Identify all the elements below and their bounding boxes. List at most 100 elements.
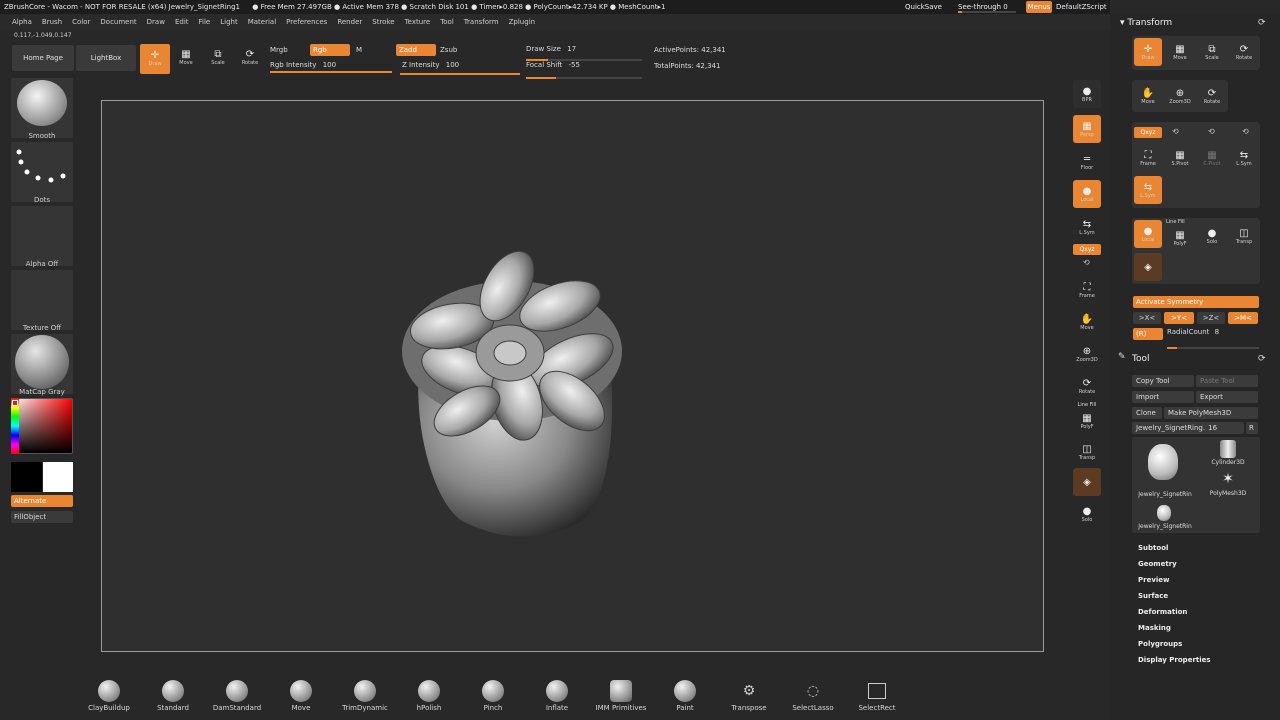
material-selector[interactable]: MatCap Gray	[11, 334, 73, 396]
ghost-button[interactable]: ◈	[1073, 468, 1101, 496]
brush-paint[interactable]: Paint	[657, 680, 713, 716]
menu-light[interactable]: Light	[215, 14, 242, 30]
menu-draw[interactable]: Draw	[142, 14, 170, 30]
color-marker[interactable]	[12, 400, 18, 406]
brush-selectrect[interactable]: SelectRect	[849, 680, 905, 716]
rotate-view-button[interactable]: ⟳ Rotate	[1073, 372, 1101, 400]
radial-r-button[interactable]: (R)	[1133, 328, 1163, 340]
t-draw-button[interactable]: ✛ Draw	[1134, 38, 1162, 66]
t-ghost-button[interactable]: ◈	[1134, 253, 1162, 281]
menu-texture[interactable]: Texture	[400, 14, 436, 30]
menu-document[interactable]: Document	[95, 14, 141, 30]
rgb-intensity-slider[interactable]: Rgb Intensity 100	[270, 61, 336, 69]
brush-damstandard[interactable]: DamStandard	[209, 680, 265, 716]
import-button[interactable]: Import	[1132, 391, 1194, 403]
t-lsym-button[interactable]: ⇆ L.Sym	[1230, 144, 1258, 172]
thumb-cylinder3d[interactable]: Cylinder3D	[1198, 440, 1258, 470]
t-move-button[interactable]: ▦ Move	[1166, 38, 1194, 66]
sym-m-button[interactable]: >M<	[1228, 312, 1258, 324]
menus-button[interactable]: Menus	[1026, 1, 1052, 13]
alternate-button[interactable]: Alternate	[11, 495, 73, 507]
lsym-button[interactable]: ⇆ L.Sym	[1073, 213, 1101, 241]
solo-button[interactable]: ● Solo	[1073, 500, 1101, 528]
script-label[interactable]: DefaultZScript	[1056, 0, 1107, 14]
sym-y-button[interactable]: >Y<	[1164, 312, 1194, 324]
brush-move[interactable]: Move	[273, 680, 329, 716]
rotate-mode-button[interactable]: ⟳ Rotate	[236, 44, 264, 72]
brush-selectlasso[interactable]: ◌ SelectLasso	[785, 680, 841, 716]
t-xyz-button[interactable]: Qxyz	[1134, 127, 1162, 138]
persp-button[interactable]: ▦ Persp	[1073, 115, 1101, 143]
menu-file[interactable]: File	[194, 14, 216, 30]
local-button[interactable]: ● Local	[1073, 180, 1101, 208]
rgb-intensity-track[interactable]	[270, 71, 392, 73]
t-polyf-button[interactable]: ▦ PolyF	[1166, 224, 1194, 252]
brush-hpolish[interactable]: hPolish	[401, 680, 457, 716]
display-properties-section[interactable]: Display Properties	[1138, 656, 1211, 664]
t-solo-button[interactable]: ● Solo	[1198, 222, 1226, 250]
brush-imm-primitives[interactable]: IMM Primitives	[593, 680, 649, 716]
quicksave-button[interactable]: QuickSave	[905, 0, 942, 14]
hue-strip[interactable]	[11, 398, 19, 454]
brush-inflate[interactable]: Inflate	[529, 680, 585, 716]
draw-size-slider[interactable]: Draw Size 17	[526, 45, 576, 53]
preview-section[interactable]: Preview	[1138, 576, 1170, 584]
document-canvas[interactable]	[101, 100, 1044, 652]
brush-pinch[interactable]: Pinch	[465, 680, 521, 716]
tool-refresh-icon[interactable]: ⟳	[1258, 354, 1266, 364]
polygroups-section[interactable]: Polygroups	[1138, 640, 1182, 648]
menu-zplugin[interactable]: Zplugin	[504, 14, 540, 30]
t-rotate-view-button[interactable]: ⟳ Rotate	[1198, 82, 1226, 110]
sym-x-button[interactable]: >X<	[1133, 312, 1161, 324]
menu-color[interactable]: Color	[67, 14, 95, 30]
alpha-selector[interactable]: Alpha Off	[11, 206, 73, 268]
menu-transform[interactable]: Transform	[459, 14, 504, 30]
current-tool-slider[interactable]: Jewelry_SignetRing. 16	[1132, 422, 1244, 434]
t-frame-button[interactable]: ⛶ Frame	[1134, 144, 1162, 172]
export-button[interactable]: Export	[1196, 391, 1258, 403]
brush-transpose[interactable]: ⚙ Transpose	[721, 680, 777, 716]
menu-alpha[interactable]: Alpha	[0, 14, 37, 30]
t-y-rotate-icon[interactable]: ⟲	[1172, 127, 1179, 136]
thumb-signetring-1[interactable]: Jewelry_SignetRin	[1134, 440, 1196, 500]
z-intensity-slider[interactable]: Z Intensity 100	[402, 61, 459, 69]
menu-stroke[interactable]: Stroke	[367, 14, 399, 30]
radial-count-track[interactable]	[1167, 347, 1259, 349]
y-rotate-icon[interactable]: ⟲	[1083, 258, 1090, 267]
tool-pin-icon[interactable]: ✎	[1118, 352, 1126, 362]
xyz-button[interactable]: Qxyz	[1073, 244, 1101, 255]
draw-mode-button[interactable]: ✛ Draw	[140, 44, 170, 74]
floor-button[interactable]: ═ Floor	[1073, 148, 1101, 176]
menu-edit[interactable]: Edit	[170, 14, 194, 30]
m-button[interactable]: M	[356, 46, 362, 54]
stroke-selector[interactable]: Dots	[11, 142, 73, 204]
zadd-button[interactable]: Zadd	[396, 44, 436, 56]
clone-button[interactable]: Clone	[1132, 407, 1162, 419]
paste-tool-button[interactable]: Paste Tool	[1196, 375, 1258, 387]
radial-count-slider[interactable]: RadialCount 8	[1167, 328, 1219, 336]
home-page-button[interactable]: Home Page	[12, 45, 74, 71]
t-cpivot-button[interactable]: ▦ C.Pivot	[1198, 144, 1226, 172]
brush-claybuildup[interactable]: ClayBuildup	[81, 680, 137, 716]
t-move-view-button[interactable]: ✋ Move	[1134, 82, 1162, 110]
move-mode-button[interactable]: ▦ Move	[172, 44, 200, 72]
t-zoom-button[interactable]: ⊕ Zoom3D	[1166, 82, 1194, 110]
brush-trimdynamic[interactable]: TrimDynamic	[337, 680, 393, 716]
menu-tool[interactable]: Tool	[435, 14, 459, 30]
t-x-rotate-icon[interactable]: ⟲	[1242, 127, 1249, 136]
transform-title[interactable]: ▾ Transform	[1120, 18, 1172, 28]
zsub-button[interactable]: Zsub	[440, 46, 457, 54]
menu-preferences[interactable]: Preferences	[281, 14, 332, 30]
rgb-button[interactable]: Rgb	[310, 44, 350, 56]
frame-button[interactable]: ⛶ Frame	[1073, 276, 1101, 304]
deformation-section[interactable]: Deformation	[1138, 608, 1187, 616]
geometry-section[interactable]: Geometry	[1138, 560, 1177, 568]
bpr-button[interactable]: ● BPR	[1073, 80, 1101, 108]
copy-tool-button[interactable]: Copy Tool	[1132, 375, 1194, 387]
transp-button[interactable]: ◫ Transp	[1073, 438, 1101, 466]
texture-selector[interactable]: Texture Off	[11, 270, 73, 332]
thumb-polymesh3d[interactable]: ✶ PolyMesh3D	[1198, 471, 1258, 501]
surface-section[interactable]: Surface	[1138, 592, 1168, 600]
brush-standard[interactable]: Standard	[145, 680, 201, 716]
tool-r-button[interactable]: R	[1246, 422, 1258, 434]
